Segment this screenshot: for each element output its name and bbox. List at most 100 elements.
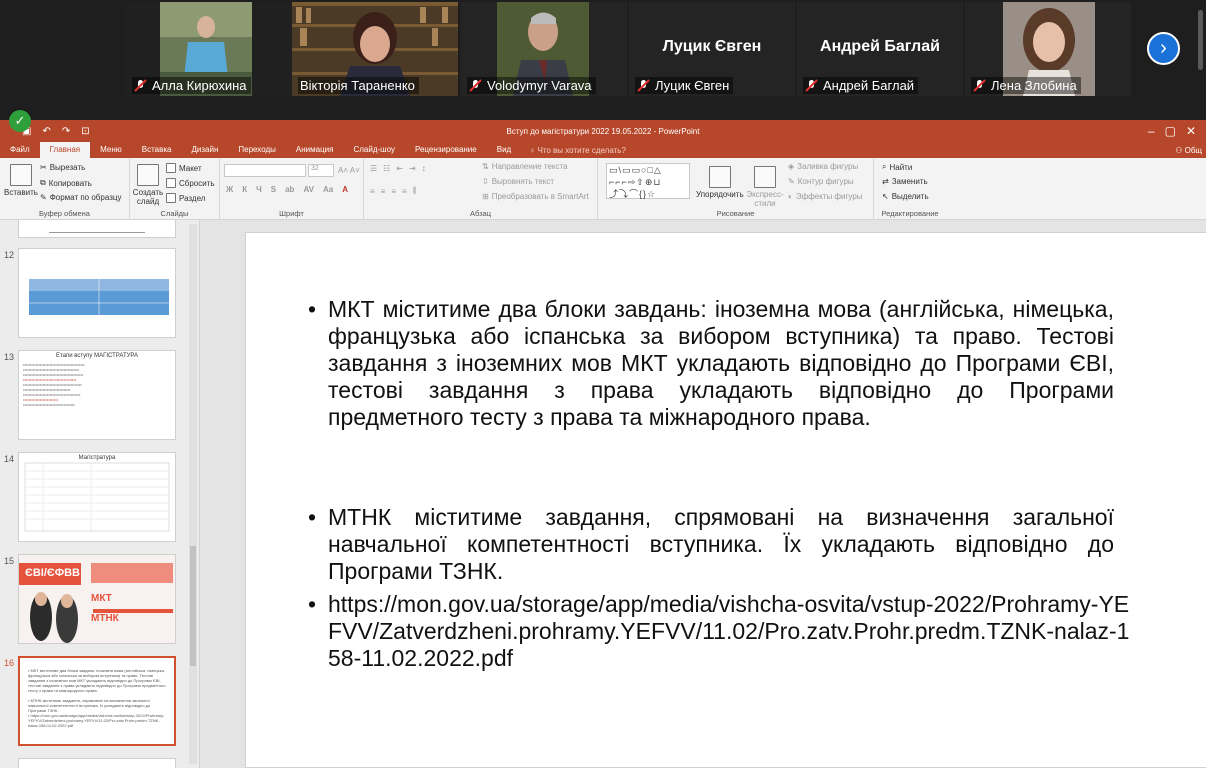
tab-transitions[interactable]: Переходы: [228, 142, 286, 158]
align-text-icon: ⇳: [482, 177, 489, 186]
shape-fill-button[interactable]: ◈ Заливка фигуры: [788, 162, 858, 171]
participant-tile[interactable]: Андрей Баглай Андрей Баглай: [797, 2, 963, 96]
bullet-item[interactable]: • МКТ міститиме два блоки завдань: інозем…: [308, 296, 1114, 431]
slide-thumbnail-12[interactable]: [18, 248, 176, 338]
shape-outline-button[interactable]: ✎ Контур фигуры: [788, 177, 854, 186]
spacing-button[interactable]: AV: [303, 185, 314, 194]
tab-review[interactable]: Рецензирование: [405, 142, 487, 158]
case-button[interactable]: Aa: [323, 185, 333, 194]
bold-button[interactable]: Ж: [226, 185, 233, 194]
effects-icon: ◐: [788, 192, 793, 201]
slide-thumbnail-13[interactable]: Етапи вступу МАГІСТРАТУРА ••••••••••••••…: [18, 350, 176, 440]
slide-thumbnail-14[interactable]: Магістратура: [18, 452, 176, 542]
font-grow-button[interactable]: A˄ A˅: [338, 166, 360, 175]
font-color-button[interactable]: A: [342, 185, 348, 194]
tab-file[interactable]: Файл: [0, 142, 40, 158]
bullet-text: МТНК міститиме завдання, спрямовані на в…: [328, 504, 1114, 584]
participant-name: Луцик Євген: [655, 78, 730, 93]
tell-me-box[interactable]: ♀ Что вы хотите сделать?: [529, 146, 626, 155]
bullet-item[interactable]: • МТНК міститиме завдання, спрямовані на …: [308, 504, 1114, 585]
restore-icon[interactable]: ▢: [1165, 124, 1176, 138]
text-direction-button[interactable]: ⇅ Направление текста: [482, 162, 568, 171]
font-size-select[interactable]: 32: [308, 164, 334, 177]
thumbnails-scrollbar[interactable]: [189, 224, 197, 764]
paste-button[interactable]: Вставить: [4, 164, 38, 197]
bullet-link[interactable]: https://mon.gov.ua/storage/app/media/vis…: [328, 591, 1138, 672]
find-button[interactable]: ⌕ Найти: [882, 162, 912, 172]
outdent-icon[interactable]: ⇥: [409, 164, 416, 173]
shield-check-icon[interactable]: ✓: [9, 110, 31, 132]
slide-thumbnail[interactable]: [18, 220, 176, 238]
scroll-thumb[interactable]: [190, 546, 196, 666]
numbering-icon[interactable]: ☷: [383, 164, 390, 173]
group-label: Буфер обмена: [39, 209, 90, 218]
arrange-button[interactable]: Упорядочить: [696, 166, 744, 199]
layout-button[interactable]: Макет: [166, 163, 202, 173]
format-painter-button[interactable]: ✎ Формат по образцу: [40, 193, 121, 202]
tab-design[interactable]: Дизайн: [181, 142, 228, 158]
italic-button[interactable]: К: [242, 185, 247, 194]
cut-button[interactable]: ✂ Вырезать: [40, 163, 85, 172]
slide-thumbnail[interactable]: [18, 758, 176, 768]
chevron-right-icon[interactable]: ›: [1147, 32, 1180, 65]
align-text-button[interactable]: ⇳ Выровнять текст: [482, 177, 554, 186]
participant-tile[interactable]: Алла Кирюхина: [126, 2, 292, 96]
group-label: Слайды: [160, 209, 189, 218]
participant-tile-active[interactable]: Вікторія Тараненко: [292, 2, 458, 96]
strike-button[interactable]: S: [271, 185, 276, 194]
smartart-button[interactable]: ⊞ Преобразовать в SmartArt: [482, 192, 589, 201]
bullet-item[interactable]: • https://mon.gov.ua/storage/app/media/vi…: [308, 591, 1138, 672]
fill-icon: ◈: [788, 162, 795, 171]
select-button[interactable]: ↖ Выделить: [882, 192, 929, 201]
tab-view[interactable]: Вид: [487, 142, 521, 158]
participant-initials-name: Луцик Євген: [662, 38, 762, 55]
gallery-scrollbar[interactable]: [1198, 10, 1203, 70]
align-left-icon[interactable]: ≡: [370, 187, 375, 196]
shapes-gallery[interactable]: ▭\▭▭○□△ ⌐⌐⌐⇨⇧⊕⊔ ⤴⤵⌒{}☆: [606, 163, 690, 199]
columns-icon[interactable]: ⫼: [413, 186, 417, 196]
title-bar: ▣ ↶ ↷ ⊡ Вступ до магістратури 2022 19.05…: [0, 120, 1206, 142]
section-button[interactable]: Раздел: [166, 193, 205, 203]
copy-button[interactable]: ⧉ Копировать: [40, 178, 92, 188]
participant-tile[interactable]: Volodymyr Varava: [461, 2, 627, 96]
account-button[interactable]: ⚇ Общ: [1175, 146, 1202, 155]
bullets-icon[interactable]: ☰: [370, 164, 377, 173]
smartart-icon: ⊞: [482, 192, 489, 201]
tab-menu[interactable]: Меню: [90, 142, 132, 158]
group-label: Редактирование: [881, 209, 939, 218]
indent-icon[interactable]: ⇤: [396, 164, 403, 173]
reset-icon: [166, 178, 176, 188]
font-name-select[interactable]: [224, 164, 306, 177]
arrange-label: Упорядочить: [696, 190, 744, 199]
replace-button[interactable]: ⇄ Заменить: [882, 177, 928, 186]
align-center-icon[interactable]: ≡: [381, 187, 386, 196]
tab-animations[interactable]: Анимация: [286, 142, 344, 158]
participant-tile[interactable]: Луцик Євген Луцик Євген: [629, 2, 795, 96]
scissors-icon: ✂: [40, 163, 47, 172]
tab-slideshow[interactable]: Слайд-шоу: [343, 142, 404, 158]
minimize-icon[interactable]: –: [1148, 124, 1155, 138]
smartart-label: Преобразовать в SmartArt: [491, 192, 589, 201]
shape-effects-button[interactable]: ◐ Эффекты фигуры: [788, 192, 863, 201]
tab-home[interactable]: Главная: [39, 142, 91, 158]
close-icon[interactable]: ✕: [1186, 124, 1196, 138]
align-text-label: Выровнять текст: [491, 177, 555, 186]
justify-icon[interactable]: ≡: [402, 187, 407, 196]
participant-name: Лена Злобина: [991, 78, 1077, 93]
text-direction-icon: ⇅: [482, 162, 489, 171]
slide-thumbnail-16-selected[interactable]: • МКТ міститиме два блоки завдань: інозе…: [18, 656, 176, 746]
mic-muted-icon: [469, 79, 482, 92]
slide-thumbnail-15[interactable]: ЄВІ/ЄФВВ МКТ МТНК: [18, 554, 176, 644]
reset-button[interactable]: Сбросить: [166, 178, 215, 188]
underline-button[interactable]: Ч: [256, 185, 262, 194]
new-slide-button[interactable]: Создать слайд: [133, 164, 163, 206]
tab-insert[interactable]: Вставка: [132, 142, 182, 158]
slide-canvas[interactable]: • МКТ міститиме два блоки завдань: інозем…: [245, 232, 1206, 768]
shadow-button[interactable]: ab: [285, 185, 294, 194]
quick-styles-button[interactable]: Экспресс-стили: [746, 166, 784, 208]
drawing-group: ▭\▭▭○□△ ⌐⌐⌐⇨⇧⊕⊔ ⤴⤵⌒{}☆ Упорядочить Экспрес…: [598, 158, 874, 220]
align-right-icon[interactable]: ≡: [391, 187, 396, 196]
participant-tile[interactable]: Лена Злобина: [965, 2, 1131, 96]
line-spacing-icon[interactable]: ↕: [422, 164, 426, 173]
font-style-buttons: Ж К Ч S ab AV Aa A: [226, 185, 348, 194]
